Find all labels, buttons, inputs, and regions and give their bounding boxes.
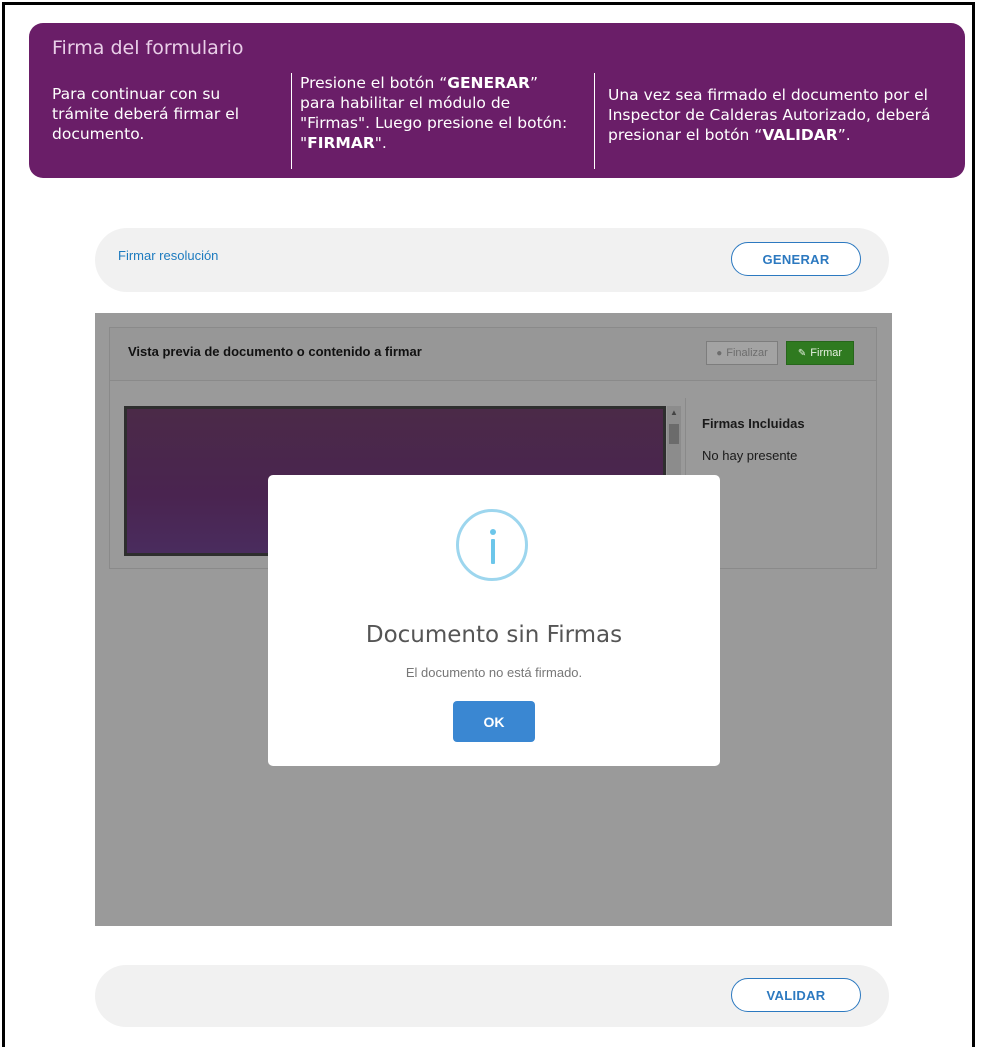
panel-header: Vista previa de documento o contenido a …: [110, 328, 876, 381]
firmar-label: Firmar: [810, 347, 843, 359]
panel-title: Vista previa de documento o contenido a …: [128, 344, 422, 359]
step-3-text-c: ”.: [837, 126, 851, 144]
firmar-button[interactable]: ✎ Firmar: [786, 341, 854, 365]
validar-button[interactable]: VALIDAR: [731, 978, 861, 1012]
sign-resolution-bar: Firmar resolución GENERAR: [95, 228, 889, 292]
instructions-banner: Firma del formulario Para continuar con …: [29, 23, 965, 178]
validate-bar: VALIDAR: [95, 965, 889, 1027]
instruction-step-1: Para continuar con su trámite deberá fir…: [52, 85, 240, 143]
finalizar-label: Finalizar: [726, 347, 768, 359]
step-2-firmar-word: FIRMAR: [307, 134, 375, 152]
ok-button[interactable]: OK: [453, 701, 535, 742]
scroll-thumb[interactable]: [669, 424, 679, 444]
banner-title: Firma del formulario: [52, 37, 244, 59]
modal-title: Documento sin Firmas: [365, 622, 623, 648]
finalizar-button[interactable]: ● Finalizar: [706, 341, 778, 365]
step-2-generar-word: GENERAR: [447, 74, 530, 92]
info-icon-bar: [491, 539, 495, 564]
signatures-empty-text: No hay presente: [702, 448, 798, 463]
check-circle-icon: ●: [716, 347, 723, 359]
info-icon-dot: [490, 529, 496, 535]
step-3-validar-word: VALIDAR: [762, 126, 838, 144]
pen-icon: ✎: [797, 347, 807, 359]
instruction-step-3: Una vez sea firmado el documento por el …: [594, 73, 954, 169]
firmar-resolucion-link[interactable]: Firmar resolución: [118, 248, 218, 263]
signatures-title: Firmas Incluidas: [702, 416, 805, 431]
step-2-text-a: Presione el botón “: [300, 74, 448, 92]
instruction-step-2: Presione el botón “GENERAR” para habilit…: [291, 73, 575, 169]
step-2-text-e: ".: [374, 134, 387, 152]
info-icon: [456, 509, 528, 581]
generar-button[interactable]: GENERAR: [731, 242, 861, 276]
alert-modal: Documento sin Firmas El documento no est…: [268, 475, 720, 766]
modal-message: El documento no está firmado.: [405, 665, 583, 680]
scroll-up-icon[interactable]: ▲: [670, 408, 678, 417]
